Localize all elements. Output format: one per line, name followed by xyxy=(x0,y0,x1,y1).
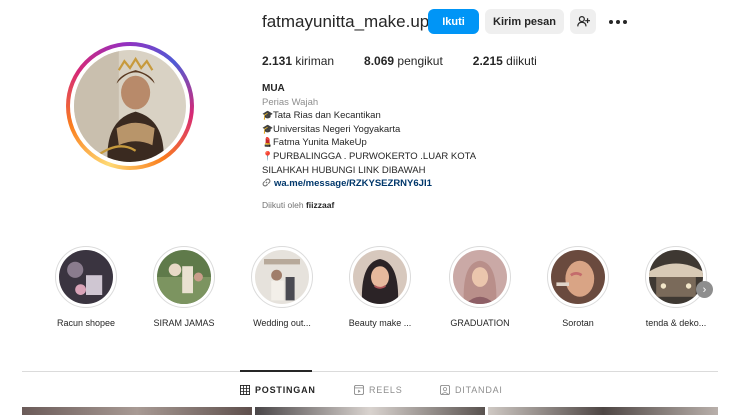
highlight-label: Racun shopee xyxy=(56,318,116,328)
tab-label: DITANDAI xyxy=(455,385,503,395)
highlight-item[interactable]: Racun shopee xyxy=(46,246,126,328)
pin-icon: 📍 xyxy=(262,150,274,161)
highlight-cover xyxy=(547,246,609,308)
highlight-item[interactable]: Sorotan xyxy=(538,246,618,328)
bio-text: PURBALINGGA . PURWOKERTO .LUAR KOTA xyxy=(273,150,477,162)
add-person-icon xyxy=(576,16,590,27)
highlight-label: Wedding out... xyxy=(253,318,311,328)
tagged-icon xyxy=(440,385,450,395)
stat-value: 2.215 xyxy=(472,54,503,68)
avatar-border xyxy=(70,46,190,166)
dot xyxy=(609,20,613,24)
highlight-label: Sorotan xyxy=(562,318,594,328)
bio-text: Tata Rias dan Kecantikan xyxy=(273,110,381,122)
posts-count: 2.131 kiriman xyxy=(262,54,334,68)
suggested-accounts-button[interactable] xyxy=(570,9,596,34)
graduation-cap-icon: 🎓 xyxy=(262,123,274,134)
bio-line: 🎓Universitas Negeri Yogyakarta xyxy=(262,123,476,137)
bio-text: Universitas Negeri Yogyakarta xyxy=(273,123,401,135)
tab-tagged[interactable]: DITANDAI xyxy=(440,385,503,395)
stat-label: pengikut xyxy=(397,54,443,68)
highlight-label: GRADUATION xyxy=(450,318,510,328)
bio-link[interactable]: wa.me/message/RZKYSEZRNY6JI1 xyxy=(274,178,432,189)
stat-value: 2.131 xyxy=(262,54,293,68)
followers-link[interactable]: 8.069 pengikut xyxy=(364,54,443,68)
tabs-divider xyxy=(22,371,718,372)
highlight-cover xyxy=(349,246,411,308)
highlight-cover xyxy=(55,246,117,308)
profile-avatar[interactable] xyxy=(66,42,194,170)
tab-label: REELS xyxy=(369,385,403,395)
bio-text: Fatma Yunita MakeUp xyxy=(273,137,367,149)
bio-line: SILAHKAH HUBUNGI LINK DIBAWAH xyxy=(262,164,476,178)
highlight-cover xyxy=(251,246,313,308)
highlight-label: SIRAM JAMAS xyxy=(153,318,215,328)
highlight-label: Beauty make ... xyxy=(348,318,412,328)
avatar-image xyxy=(74,50,186,162)
post-thumbnail[interactable] xyxy=(255,407,485,415)
highlight-item[interactable]: GRADUATION xyxy=(440,246,520,328)
bio-line: 🎓Tata Rias dan Kecantikan xyxy=(262,109,476,123)
highlight-item[interactable]: Wedding out... xyxy=(242,246,322,328)
highlight-item[interactable]: SIRAM JAMAS xyxy=(144,246,224,328)
tab-label: POSTINGAN xyxy=(255,385,316,395)
more-options-button[interactable] xyxy=(606,14,630,30)
send-message-button[interactable]: Kirim pesan xyxy=(485,9,564,34)
bio-line: 📍PURBALINGGA . PURWOKERTO .LUAR KOTA xyxy=(262,150,476,164)
profile-category: Perias Wajah xyxy=(262,96,319,108)
followed-by[interactable]: Diikuti oleh fiizzaaf xyxy=(262,200,334,210)
post-thumbnail[interactable] xyxy=(488,407,718,415)
following-link[interactable]: 2.215 diikuti xyxy=(473,54,537,68)
bio-text: SILAHKAH HUBUNGI LINK DIBAWAH xyxy=(262,164,426,176)
profile-stats: 2.131 kiriman 8.069 pengikut 2.215 diiku… xyxy=(262,54,567,68)
active-tab-indicator xyxy=(240,370,312,372)
stat-value: 8.069 xyxy=(364,54,395,68)
tab-posts[interactable]: POSTINGAN xyxy=(240,385,316,395)
link-icon xyxy=(262,178,271,187)
followed-by-user[interactable]: fiizzaaf xyxy=(306,200,334,210)
graduation-cap-icon: 🎓 xyxy=(262,110,274,121)
profile-bio: MUA Perias Wajah 🎓Tata Rias dan Kecantik… xyxy=(262,82,476,191)
highlight-item[interactable]: Beauty make ... xyxy=(340,246,420,328)
highlight-cover xyxy=(645,246,707,308)
username: fatmayunitta_make.up xyxy=(262,12,430,31)
stat-label: kiriman xyxy=(295,54,335,68)
reels-icon xyxy=(354,385,364,395)
highlights-next-button[interactable]: › xyxy=(696,281,713,298)
followed-by-prefix: Diikuti oleh xyxy=(262,200,304,210)
highlight-cover xyxy=(153,246,215,308)
grid-icon xyxy=(240,385,250,395)
bio-line: 💄Fatma Yunita MakeUp xyxy=(262,136,476,150)
dot xyxy=(616,20,620,24)
follow-button[interactable]: Ikuti xyxy=(428,9,479,34)
chevron-right-icon: › xyxy=(702,283,707,296)
highlight-cover xyxy=(449,246,511,308)
dot xyxy=(623,20,627,24)
tab-reels[interactable]: REELS xyxy=(354,385,403,395)
highlight-label: tenda & deko... xyxy=(645,318,707,328)
bio-link-line[interactable]: wa.me/message/RZKYSEZRNY6JI1 xyxy=(262,177,476,191)
profile-name: MUA xyxy=(262,83,285,94)
lipstick-icon: 💄 xyxy=(262,137,274,148)
stat-label: diikuti xyxy=(506,54,537,68)
post-thumbnail[interactable] xyxy=(22,407,252,415)
